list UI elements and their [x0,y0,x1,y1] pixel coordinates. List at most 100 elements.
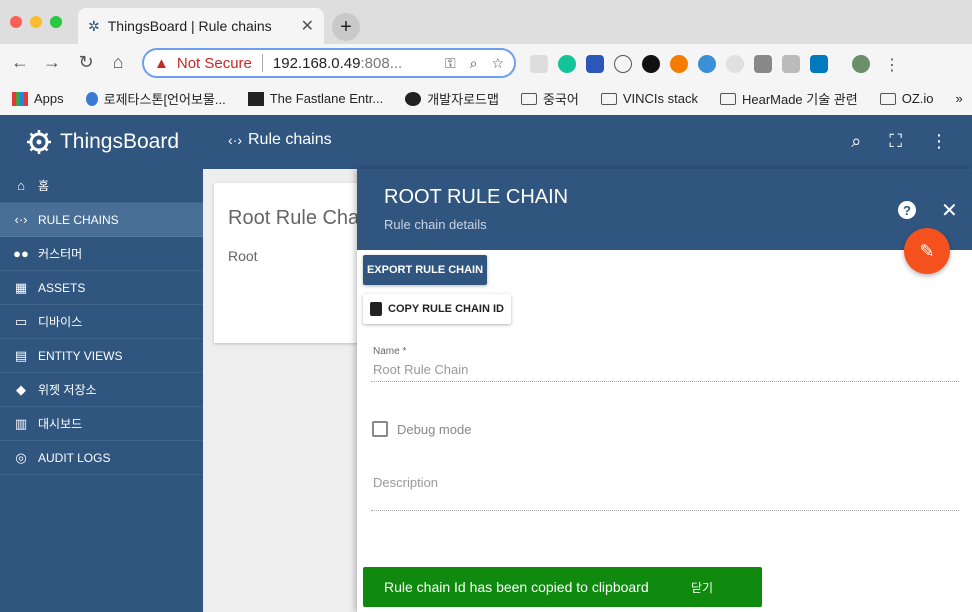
browser-tab[interactable]: ✲ ThingsBoard | Rule chains ✕ [78,8,324,44]
brand-logo[interactable]: ThingsBoard [0,115,203,169]
rule-chains-icon: ‹·› [228,132,242,148]
brand-name: ThingsBoard [59,130,180,153]
warning-icon: ▲ [154,54,169,72]
minimize-window-button[interactable] [30,16,42,28]
toast-notification: Rule chain Id has been copied to clipboa… [363,567,762,607]
sidebar-item-entity-views[interactable]: ▤ ENTITY VIEWS [0,339,203,373]
entity-views-icon: ▤ [14,347,28,363]
black-extension-icon[interactable] [642,55,660,73]
sidebar-item-rule-chains[interactable]: ‹·› RULE CHAINS [0,203,203,237]
browser-chrome: ✲ ThingsBoard | Rule chains ✕ + ← → ↻ ⌂ … [0,0,972,115]
edit-button[interactable]: ✎ [904,228,950,274]
help-icon[interactable]: ? [898,201,916,219]
thingsboard-app: ThingsBoard ‹·› Rule chains ⌕ ⛶ ⋮ ⌂ 홈 ‹·›… [0,115,972,612]
close-icon[interactable]: ✕ [941,198,958,223]
sidebar-item-dashboards[interactable]: ▥ 대시보드 [0,407,203,441]
tab-close-icon[interactable]: ✕ [301,16,314,36]
sidebar-item-devices[interactable]: ▭ 디바이스 [0,305,203,339]
home-icon: ⌂ [17,178,25,193]
address-bar[interactable]: ▲ Not Secure 192.168.0.49:808... ⚿ ⌕ ☆ [142,48,516,78]
assets-icon: ▦ [14,279,28,295]
card-subtitle: Root [228,248,258,264]
folder-icon [520,92,537,105]
forward-icon[interactable]: → [41,52,63,73]
fullscreen-icon[interactable]: ⛶ [889,131,902,152]
folder-icon [600,92,617,105]
copy-rule-chain-id-button[interactable]: COPY RULE CHAIN ID [363,294,511,324]
sidebar-item-customers[interactable]: ●● 커스터머 [0,237,203,271]
details-header: ROOT RULE CHAIN Rule chain details ? ✕ [357,169,972,250]
widgets-icon: ◆ [16,381,26,397]
details-title: ROOT RULE CHAIN [384,186,569,208]
toast-close-button[interactable]: 닫기 [652,579,752,596]
bookmark-apps[interactable]: Apps [12,91,64,106]
close-window-button[interactable] [10,16,22,28]
customers-icon: ●● [13,246,29,261]
bookmark-item[interactable]: 로제타스톤[언어보물... [85,89,226,108]
home-icon[interactable]: ⌂ [107,52,129,73]
sidebar: ⌂ 홈 ‹·› RULE CHAINS ●● 커스터머 ▦ ASSETS ▭ 디바이스 ▤… [0,169,203,612]
key-icon[interactable]: ⚿ [445,55,456,72]
github-icon [405,91,422,106]
name-field[interactable]: Root Rule Chain [373,362,468,377]
divider [261,54,263,72]
pencil-icon: ✎ [919,240,935,261]
globe-extension-icon[interactable] [698,55,716,73]
sidebar-item-widgets[interactable]: ◆ 위젯 저장소 [0,373,203,407]
orange-extension-icon[interactable] [670,55,688,73]
bookmarks-bar: Apps 로제타스톤[언어보물... The Fastlane Entr... … [0,82,972,115]
h-extension-icon[interactable] [614,55,632,73]
fastlane-icon [247,91,264,106]
description-field[interactable]: Description [373,475,438,490]
bookmark-folder[interactable]: OZ.io [879,91,934,106]
more-vert-icon[interactable]: ⋮ [930,131,948,152]
reload-icon[interactable]: ↻ [75,52,97,73]
menu-icon[interactable]: ⋮ [884,55,900,75]
debug-mode-label: Debug mode [397,422,472,437]
bookmark-item[interactable]: 개발자로드맵 [405,89,499,108]
tab-bar: ✲ ThingsBoard | Rule chains ✕ + [0,0,972,44]
tag-extension-icon[interactable] [782,55,800,73]
search-icon[interactable]: ⌕ [851,131,861,152]
extension-icon[interactable] [530,55,548,73]
sidebar-item-home[interactable]: ⌂ 홈 [0,169,203,203]
sidebar-item-audit-logs[interactable]: ◎ AUDIT LOGS [0,441,203,475]
rule-chains-icon: ‹·› [14,212,28,227]
maximize-window-button[interactable] [50,16,62,28]
description-underline [371,510,959,511]
grammarly-icon[interactable] [558,55,576,73]
bookmark-folder[interactable]: VINCIs stack [600,91,698,106]
toast-message: Rule chain Id has been copied to clipboa… [384,579,649,595]
sidebar-item-assets[interactable]: ▦ ASSETS [0,271,203,305]
back-icon[interactable]: ← [9,52,31,73]
bookmark-folder[interactable]: HearMade 기술 관련 [719,89,858,108]
bookmark-item[interactable]: The Fastlane Entr... [247,91,383,106]
rule-chain-card[interactable]: Root Rule Chain Root [214,183,364,343]
trello-icon[interactable] [810,55,828,73]
board-extension-icon[interactable] [754,55,772,73]
details-subtitle: Rule chain details [384,217,487,232]
browser-toolbar: ← → ↻ ⌂ ▲ Not Secure 192.168.0.49:808...… [0,44,972,82]
export-rule-chain-button[interactable]: EXPORT RULE CHAIN [363,255,487,285]
folder-icon [719,92,736,105]
top-actions: ⌕ ⛶ ⋮ [851,131,948,152]
details-panel: ROOT RULE CHAIN Rule chain details ? ✕ ✎… [357,169,972,612]
omnibox-icons: ⚿ ⌕ ☆ [445,55,504,72]
rosetta-icon [85,91,98,106]
new-tab-button[interactable]: + [332,13,360,41]
audit-logs-icon: ◎ [15,449,27,465]
star-icon[interactable]: ☆ [491,55,504,72]
profile-avatar-icon[interactable] [852,55,870,73]
tab-title: ThingsBoard | Rule chains [107,18,272,34]
debug-mode-checkbox[interactable] [372,421,388,437]
bookmark-folder[interactable]: 중국어 [520,89,579,108]
clock-extension-icon[interactable] [726,55,744,73]
apps-grid-icon [12,91,28,106]
zoom-icon[interactable]: ⌕ [470,55,478,72]
copy-label: COPY RULE CHAIN ID [388,303,504,315]
extensions: ⋮ [530,55,900,75]
url-text: 192.168.0.49:808... [272,54,403,72]
dashboards-icon: ▥ [14,415,28,431]
bookmarks-more[interactable]: » [956,91,963,106]
bookmark-extension-icon[interactable] [586,55,604,73]
